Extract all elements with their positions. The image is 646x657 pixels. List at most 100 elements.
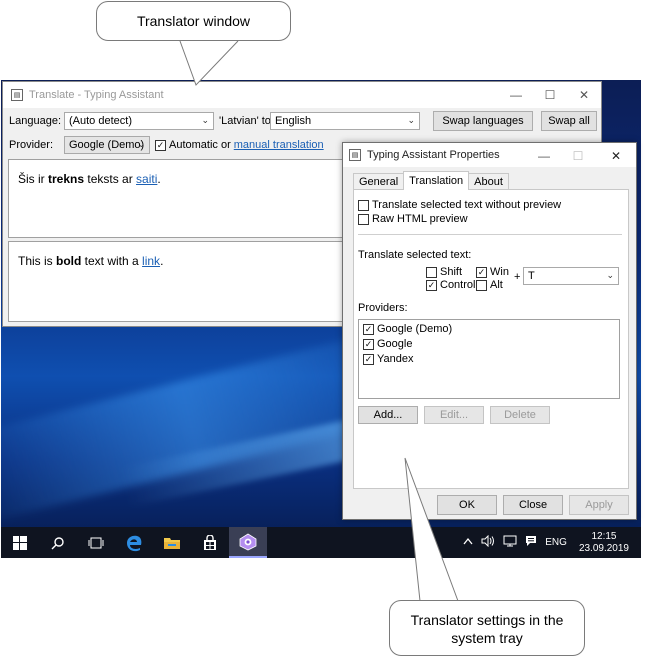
provider-label: Provider: <box>9 139 54 151</box>
hotkey-select[interactable]: T ⌄ <box>523 267 619 285</box>
alt-checkbox[interactable] <box>476 279 487 291</box>
source-text-part: teksts ar <box>84 172 137 186</box>
chevron-down-icon: ⌄ <box>606 270 614 280</box>
win-label: Win <box>490 266 509 278</box>
translate-selected-label: Translate selected text: <box>358 249 472 261</box>
tab-general[interactable]: General <box>353 173 405 190</box>
chevron-down-icon: ⌄ <box>201 115 209 125</box>
target-language-select[interactable]: English ⌄ <box>270 112 420 130</box>
apply-button: Apply <box>569 495 629 515</box>
list-item[interactable]: ✓ Google (Demo) <box>363 323 452 335</box>
shift-checkbox[interactable] <box>426 266 437 278</box>
shift-option: Shift <box>426 266 462 278</box>
callout-bottom-text: Translator settings in the system tray <box>410 612 564 646</box>
translated-text-part: This is <box>18 254 57 268</box>
provider-value: Google (Demo) <box>69 139 145 151</box>
edge-browser-icon[interactable] <box>115 527 153 558</box>
raw-html-preview-label: Raw HTML preview <box>372 213 468 225</box>
providers-list[interactable]: ✓ Google (Demo) ✓ Google ✓ Yandex <box>358 319 620 399</box>
start-button[interactable] <box>1 527 39 558</box>
providers-label: Providers: <box>358 302 408 314</box>
translated-text-part: . <box>160 254 164 268</box>
maximize-icon: ☐ <box>572 149 584 163</box>
source-language-select[interactable]: (Auto detect) ⌄ <box>64 112 214 130</box>
source-text-link[interactable]: saiti <box>136 172 157 186</box>
volume-icon[interactable] <box>481 534 495 550</box>
provider-name: Google (Demo) <box>377 323 453 335</box>
search-icon[interactable] <box>39 527 77 558</box>
raw-html-preview-option: Raw HTML preview <box>358 213 468 225</box>
typing-assistant-taskbar-icon[interactable] <box>229 527 267 558</box>
add-button[interactable]: Add... <box>358 406 418 424</box>
translation-tab-panel: Translate selected text without preview … <box>353 189 629 489</box>
provider-checkbox[interactable]: ✓ <box>363 323 374 335</box>
app-icon: ▤ <box>349 149 361 161</box>
swap-all-button[interactable]: Swap all <box>541 111 597 131</box>
app-icon: ▤ <box>11 89 23 101</box>
task-view-icon[interactable] <box>77 527 115 558</box>
taskbar: ENG 12:15 23.09.2019 <box>1 527 641 558</box>
source-text-part: Šis ir <box>18 172 48 186</box>
network-icon[interactable] <box>503 535 517 550</box>
properties-tabs: General Translation About <box>353 171 509 190</box>
chevron-up-icon[interactable] <box>463 537 473 548</box>
provider-checkbox[interactable]: ✓ <box>363 338 374 350</box>
edit-button: Edit... <box>424 406 484 424</box>
properties-title: Typing Assistant Properties <box>367 149 500 161</box>
provider-select[interactable]: Google (Demo) ⌄ <box>64 136 150 154</box>
plus-sign: + <box>514 271 521 283</box>
list-item[interactable]: ✓ Google <box>363 338 412 350</box>
close-button[interactable]: Close <box>503 495 563 515</box>
callout-top-text: Translator window <box>136 13 251 29</box>
separator <box>358 234 622 235</box>
screenshot-stage: ENG 12:15 23.09.2019 ▤ Translate - Typin… <box>0 0 646 657</box>
win-option: ✓ Win <box>476 266 509 278</box>
close-icon[interactable]: ✕ <box>567 82 601 108</box>
clock-date: 23.09.2019 <box>578 542 629 554</box>
shift-label: Shift <box>440 266 463 278</box>
translator-titlebar[interactable]: ▤ Translate - Typing Assistant — ☐ ✕ <box>3 82 601 108</box>
control-option: ✓ Control <box>426 279 475 291</box>
alt-label: Alt <box>490 279 503 291</box>
file-explorer-icon[interactable] <box>153 527 191 558</box>
detected-language-label: 'Latvian' to <box>219 115 271 127</box>
minimize-icon[interactable]: — <box>527 143 561 169</box>
minimize-icon[interactable]: — <box>499 82 533 108</box>
maximize-icon[interactable]: ☐ <box>533 82 567 108</box>
list-item[interactable]: ✓ Yandex <box>363 353 414 365</box>
ok-button[interactable]: OK <box>437 495 497 515</box>
alt-option: Alt <box>476 279 503 291</box>
translated-text-link[interactable]: link <box>142 254 160 268</box>
source-text-bold: trekns <box>48 172 85 186</box>
translator-title: Translate - Typing Assistant <box>29 89 164 101</box>
clock-time: 12:15 <box>591 530 617 542</box>
translate-without-preview-label: Translate selected text without preview <box>372 199 562 211</box>
store-icon[interactable] <box>191 527 229 558</box>
translated-text-bold: bold <box>56 254 82 268</box>
system-tray: ENG 12:15 23.09.2019 <box>459 527 641 558</box>
swap-languages-button[interactable]: Swap languages <box>433 111 533 131</box>
win-checkbox[interactable]: ✓ <box>476 266 487 278</box>
provider-name: Yandex <box>377 353 414 365</box>
properties-titlebar[interactable]: ▤ Typing Assistant Properties — ☐ ✕ <box>343 143 636 167</box>
tab-translation[interactable]: Translation <box>403 171 470 190</box>
translated-text-part: text with a <box>81 254 143 268</box>
automatic-checkbox[interactable]: ✓ <box>155 139 166 151</box>
input-language-indicator[interactable]: ENG <box>545 537 567 548</box>
callout-translator-window: Translator window <box>96 1 291 41</box>
automatic-option: ✓ Automatic or manual translation <box>155 139 324 151</box>
action-center-icon[interactable] <box>525 535 537 550</box>
provider-checkbox[interactable]: ✓ <box>363 353 374 365</box>
provider-name: Google <box>377 338 413 350</box>
tab-about[interactable]: About <box>468 173 509 190</box>
manual-translation-link[interactable]: manual translation <box>234 139 324 151</box>
control-label: Control <box>440 279 476 291</box>
control-checkbox[interactable]: ✓ <box>426 279 437 291</box>
close-icon[interactable]: ✕ <box>599 143 633 169</box>
delete-button: Delete <box>490 406 550 424</box>
properties-dialog: ▤ Typing Assistant Properties — ☐ ✕ Gene… <box>342 142 637 520</box>
raw-html-preview-checkbox[interactable] <box>358 213 369 225</box>
clock[interactable]: 12:15 23.09.2019 <box>579 531 629 555</box>
translate-without-preview-option: Translate selected text without preview <box>358 199 561 211</box>
translate-without-preview-checkbox[interactable] <box>358 199 369 211</box>
